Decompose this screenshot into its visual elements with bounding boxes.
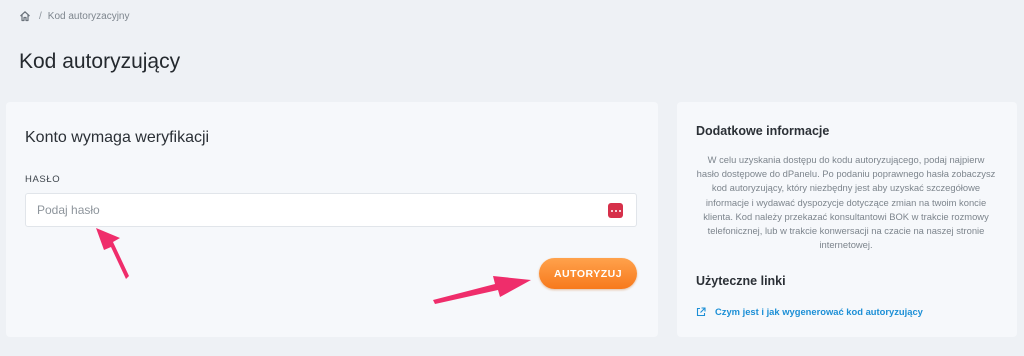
auth-code-help-link[interactable]: Czym jest i jak wygenerować kod autoryzu… <box>696 306 923 317</box>
password-manager-icon[interactable] <box>608 203 623 218</box>
info-card: Dodatkowe informacje W celu uzyskania do… <box>677 102 1017 337</box>
password-field <box>25 193 637 227</box>
password-label: HASŁO <box>25 174 61 185</box>
breadcrumb-current: Kod autoryzacyjny <box>47 10 130 22</box>
links-heading: Użyteczne linki <box>696 274 786 288</box>
home-icon[interactable] <box>19 10 31 22</box>
page-title: Kod autoryzujący <box>19 50 181 73</box>
verification-heading: Konto wymaga weryfikacji <box>25 129 210 146</box>
breadcrumb-separator: / <box>39 10 42 22</box>
password-input[interactable] <box>26 194 597 226</box>
link-text: Czym jest i jak wygenerować kod autoryzu… <box>715 306 923 317</box>
info-heading: Dodatkowe informacje <box>696 124 830 138</box>
external-link-icon <box>696 306 706 317</box>
info-text: W celu uzyskania dostępu do kodu autoryz… <box>696 154 996 251</box>
verification-card: Konto wymaga weryfikacji HASŁO AUTORYZUJ <box>6 102 658 337</box>
authorize-button[interactable]: AUTORYZUJ <box>539 258 637 289</box>
breadcrumb: / Kod autoryzacyjny <box>19 9 130 23</box>
